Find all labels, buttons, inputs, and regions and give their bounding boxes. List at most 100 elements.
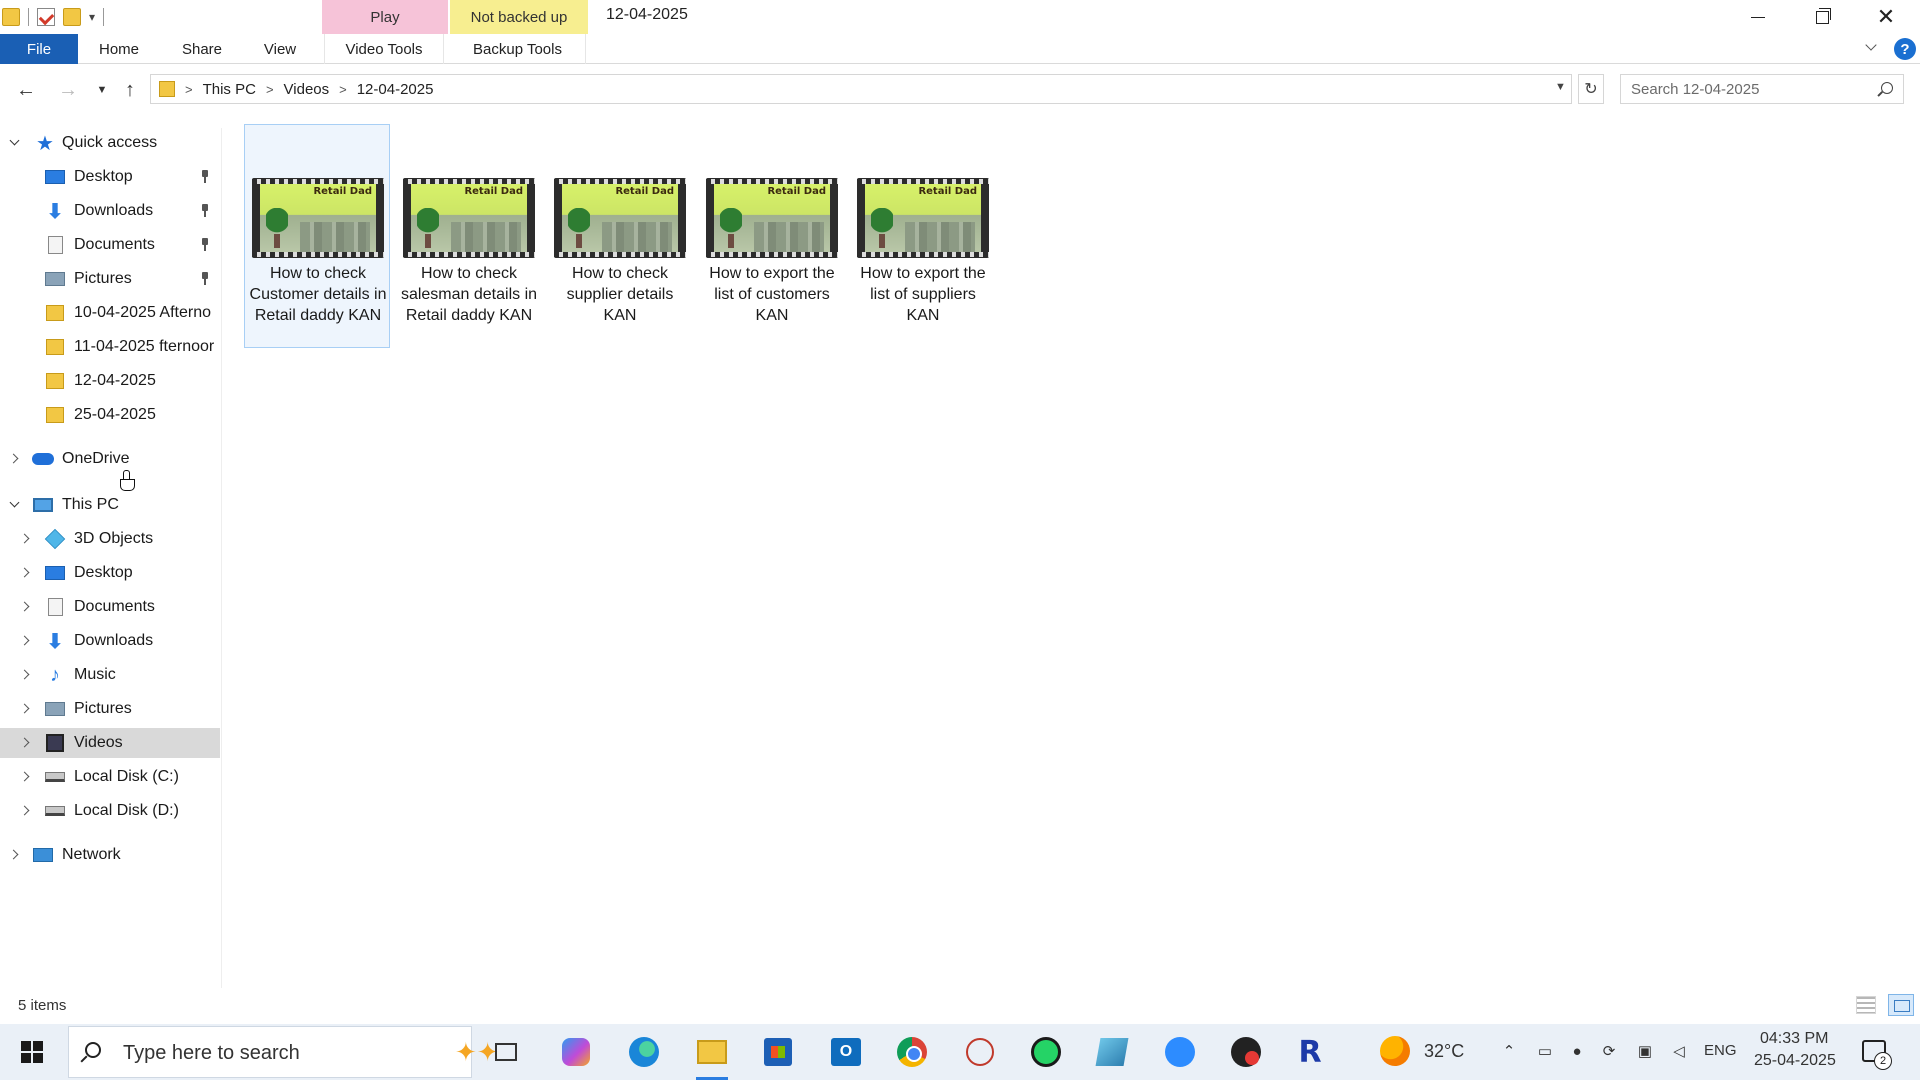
file-tile[interactable]: Retail Dad How to check Customer details… [244, 124, 390, 348]
nav-documents[interactable]: Documents [0, 592, 220, 622]
nav-local-disk-d[interactable]: Local Disk (D:) [0, 796, 220, 826]
nav-network[interactable]: Network [0, 840, 220, 870]
backup-status-tab[interactable]: Not backed up [450, 0, 588, 34]
file-name[interactable]: How to check salesman details in Retail … [400, 263, 538, 326]
chevron-right-icon[interactable] [20, 601, 32, 613]
pin-icon[interactable] [200, 204, 210, 218]
start-button[interactable] [0, 1024, 64, 1080]
breadcrumb-videos[interactable]: Videos [284, 81, 330, 98]
nav-qa-folder-11-04[interactable]: 11-04-2025 fternoor [0, 332, 220, 362]
tab-share[interactable]: Share [172, 34, 232, 64]
nav-this-pc[interactable]: This PC [0, 490, 220, 520]
chevron-down-icon[interactable]: ▼ [1555, 81, 1566, 93]
outlook-button[interactable]: O [826, 1032, 866, 1072]
large-icons-view-icon[interactable] [1888, 994, 1914, 1016]
cloud-sync-icon[interactable]: ⟳ [1600, 1042, 1618, 1060]
pin-icon[interactable] [200, 272, 210, 286]
customize-toolbar-icon[interactable]: ▾ [89, 10, 95, 24]
file-tile[interactable]: Retail Dad How to export the list of sup… [849, 124, 995, 348]
nav-qa-desktop[interactable]: Desktop [0, 162, 220, 192]
chevron-right-icon[interactable] [20, 771, 32, 783]
properties-icon[interactable] [37, 8, 55, 26]
file-explorer-button[interactable] [692, 1032, 732, 1080]
pin-icon[interactable] [200, 238, 210, 252]
file-name[interactable]: How to export the list of suppliers KAN [854, 263, 992, 326]
nav-qa-folder-12-04[interactable]: 12-04-2025 [0, 366, 220, 396]
volume-icon[interactable]: ◁ [1670, 1042, 1688, 1060]
nav-3d-objects[interactable]: 3D Objects [0, 524, 220, 554]
nav-downloads[interactable]: ⬇ Downloads [0, 626, 220, 656]
video-thumbnail[interactable]: Retail Dad [252, 178, 384, 258]
chevron-right-icon[interactable]: > [339, 82, 347, 97]
chevron-right-icon[interactable] [20, 533, 32, 545]
chrome-button[interactable] [892, 1032, 932, 1072]
chevron-right-icon[interactable] [9, 849, 21, 861]
help-icon[interactable]: ? [1894, 38, 1916, 60]
zoom-button[interactable] [1160, 1032, 1200, 1072]
video-thumbnail[interactable]: Retail Dad [403, 178, 535, 258]
chevron-right-icon[interactable] [20, 703, 32, 715]
file-name[interactable]: How to check Customer details in Retail … [249, 263, 387, 326]
edge-button[interactable] [624, 1032, 664, 1072]
chevron-right-icon[interactable] [20, 805, 32, 817]
network-status-icon[interactable]: ▣ [1636, 1042, 1654, 1060]
chevron-down-icon[interactable] [9, 499, 21, 511]
expand-ribbon-icon[interactable] [1864, 40, 1880, 56]
chevron-right-icon[interactable]: > [185, 82, 193, 97]
chevron-down-icon[interactable] [9, 137, 21, 149]
breadcrumb-current[interactable]: 12-04-2025 [357, 81, 434, 98]
search-input[interactable] [1621, 75, 1903, 103]
chevron-right-icon[interactable] [20, 635, 32, 647]
file-tile[interactable]: Retail Dad How to check salesman details… [395, 124, 541, 348]
video-thumbnail[interactable]: Retail Dad [706, 178, 838, 258]
file-name[interactable]: How to check supplier details KAN [551, 263, 689, 326]
close-button[interactable]: ✕ [1854, 0, 1918, 34]
retail-daddy-button[interactable]: R [1290, 1032, 1330, 1072]
video-thumbnail[interactable]: Retail Dad [857, 178, 989, 258]
tab-view[interactable]: View [252, 34, 308, 64]
tab-video-tools[interactable]: Video Tools [324, 34, 444, 64]
task-view-button[interactable] [486, 1032, 526, 1072]
weather-icon[interactable] [1380, 1036, 1410, 1066]
nav-qa-documents[interactable]: Documents [0, 230, 220, 260]
nav-local-disk-c[interactable]: Local Disk (C:) [0, 762, 220, 792]
copilot-button[interactable] [556, 1032, 596, 1072]
clock-time[interactable]: 04:33 PM [1760, 1030, 1828, 1048]
new-folder-icon[interactable] [63, 8, 81, 26]
nav-qa-pictures[interactable]: Pictures [0, 264, 220, 294]
search-icon[interactable] [1881, 82, 1893, 94]
refresh-button[interactable]: ↻ [1578, 74, 1604, 104]
address-bar[interactable]: > This PC > Videos > 12-04-2025 ▼ [150, 74, 1572, 104]
play-context-tab[interactable]: Play [322, 0, 448, 34]
breadcrumb-this-pc[interactable]: This PC [203, 81, 256, 98]
forward-button[interactable]: → [56, 78, 80, 102]
chevron-right-icon[interactable] [20, 567, 32, 579]
whatsapp-button[interactable] [1026, 1032, 1066, 1072]
tab-backup-tools[interactable]: Backup Tools [450, 34, 586, 64]
meet-now-icon[interactable]: ▭ [1536, 1042, 1554, 1060]
nav-qa-downloads[interactable]: ⬇ Downloads [0, 196, 220, 226]
chevron-right-icon[interactable] [20, 669, 32, 681]
nav-pictures[interactable]: Pictures [0, 694, 220, 724]
nav-qa-folder-10-04[interactable]: 10-04-2025 Afterno [0, 298, 220, 328]
nav-onedrive[interactable]: OneDrive [0, 444, 220, 474]
microphone-icon[interactable]: ● [1568, 1042, 1586, 1060]
store-button[interactable] [758, 1032, 798, 1072]
nav-quick-access[interactable]: ★ Quick access [0, 128, 220, 158]
back-button[interactable]: ← [14, 78, 38, 102]
chevron-right-icon[interactable] [20, 737, 32, 749]
language-indicator[interactable]: ENG [1704, 1042, 1737, 1059]
weather-temperature[interactable]: 32°C [1424, 1041, 1464, 1062]
chevron-right-icon[interactable] [9, 453, 21, 465]
nav-qa-folder-25-04[interactable]: 25-04-2025 [0, 400, 220, 430]
minimize-button[interactable] [1726, 0, 1790, 34]
chevron-right-icon[interactable]: > [266, 82, 274, 97]
pin-icon[interactable] [200, 170, 210, 184]
nav-music[interactable]: ♪ Music [0, 660, 220, 690]
details-view-icon[interactable] [1856, 996, 1876, 1014]
chevron-up-icon[interactable]: ⌃ [1500, 1042, 1518, 1060]
clock-date[interactable]: 25-04-2025 [1754, 1052, 1836, 1070]
taskbar-search-placeholder[interactable]: Type here to search [123, 1042, 300, 1065]
search-box[interactable] [1620, 74, 1904, 104]
recent-locations-button[interactable]: ▼ [90, 78, 114, 102]
